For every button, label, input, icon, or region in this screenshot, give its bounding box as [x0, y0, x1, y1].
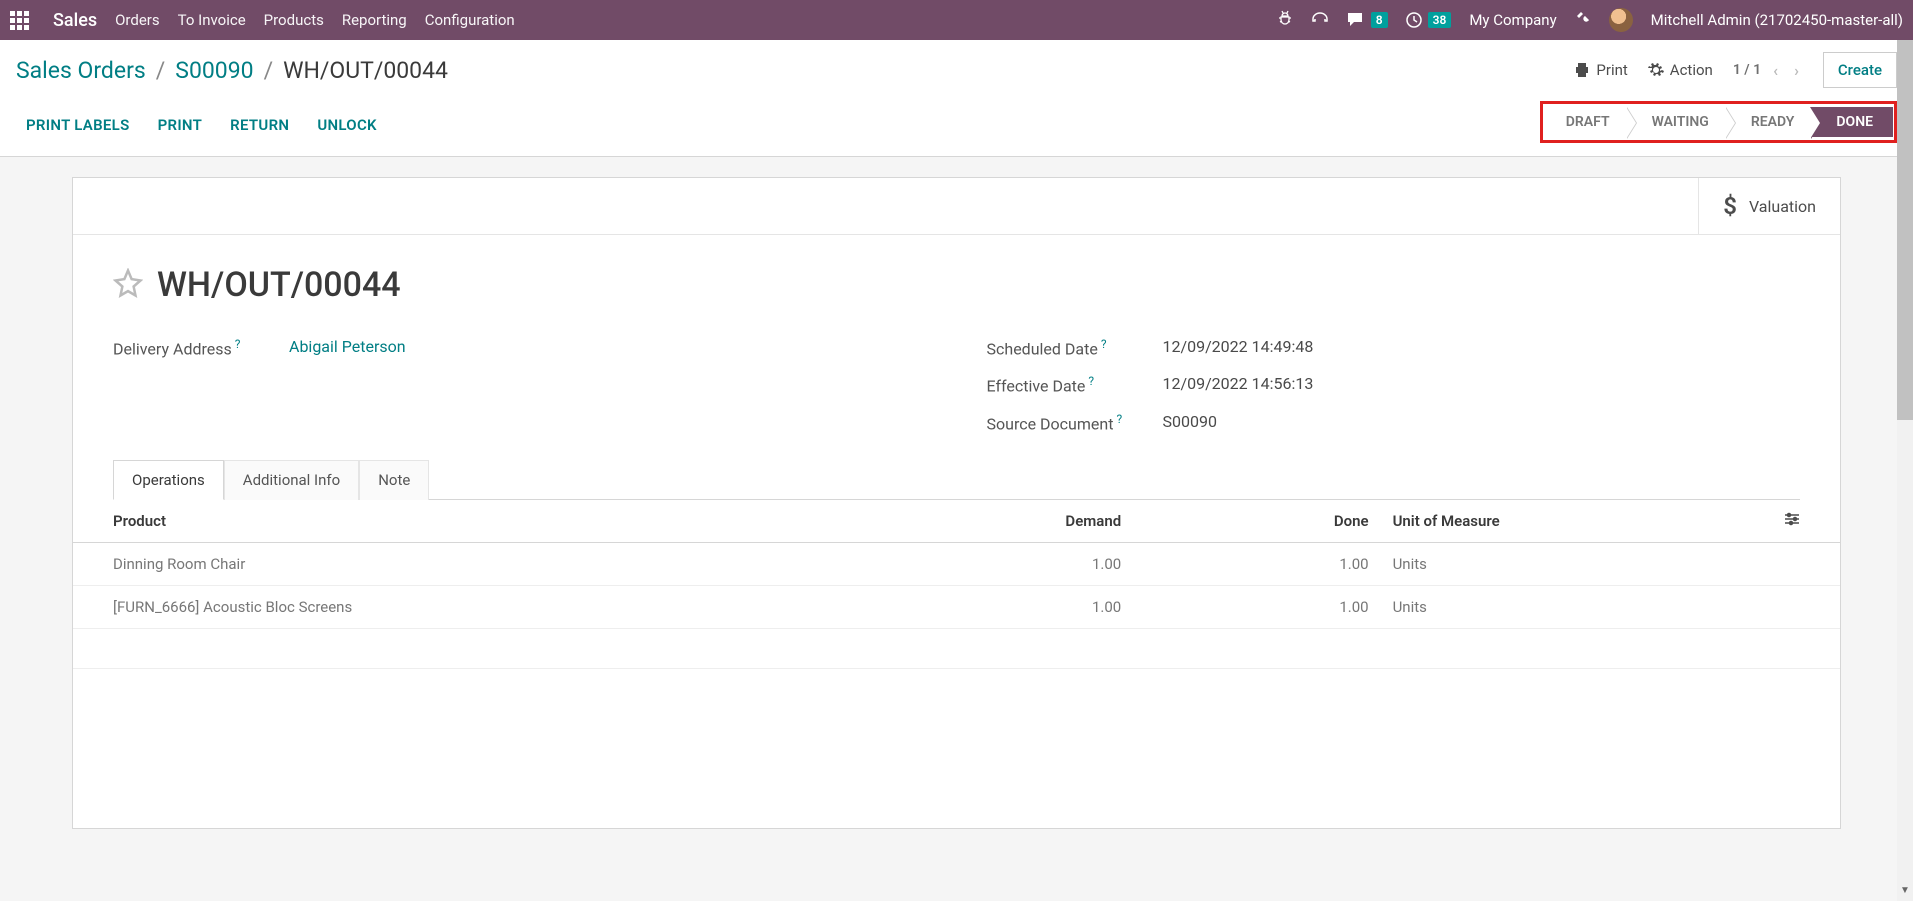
tab-additional-info[interactable]: Additional Info: [224, 460, 359, 500]
col-demand: Demand: [921, 500, 1133, 543]
activities-icon[interactable]: 38: [1406, 12, 1452, 28]
col-done: Done: [1133, 500, 1380, 543]
status-bar: DRAFT WAITING READY DONE: [1540, 101, 1897, 143]
table-row[interactable]: Dinning Room Chair 1.00 1.00 Units: [73, 542, 1840, 585]
col-options: [1734, 500, 1840, 543]
operations-table: Product Demand Done Unit of Measure Din: [73, 500, 1840, 789]
cell-uom: Units: [1381, 585, 1734, 628]
breadcrumb-sep: /: [264, 57, 274, 84]
source-document-label: Source Document?: [987, 412, 1147, 433]
tab-operations[interactable]: Operations: [113, 460, 224, 500]
avatar[interactable]: [1609, 8, 1633, 32]
effective-date-value: 12/09/2022 14:56:13: [1163, 374, 1314, 395]
record-title: WH/OUT/00044: [157, 265, 401, 305]
nav-to-invoice[interactable]: To Invoice: [178, 11, 246, 29]
print-labels-button[interactable]: PRINT LABELS: [26, 116, 130, 134]
cell-product: Dinning Room Chair: [73, 542, 921, 585]
cell-product: [FURN_6666] Acoustic Bloc Screens: [73, 585, 921, 628]
action-button[interactable]: Action: [1648, 61, 1713, 79]
delivery-address-label: Delivery Address?: [113, 337, 273, 358]
breadcrumb-sep: /: [156, 57, 166, 84]
valuation-button[interactable]: $ Valuation: [1698, 178, 1840, 234]
action-label: Action: [1670, 61, 1713, 79]
star-icon[interactable]: [113, 268, 143, 302]
scheduled-date-value: 12/09/2022 14:49:48: [1163, 337, 1314, 358]
create-button[interactable]: Create: [1823, 52, 1897, 88]
record-card: $ Valuation WH/OUT/00044 Delivery Addres…: [72, 177, 1841, 829]
apps-icon[interactable]: [10, 11, 29, 30]
user-menu[interactable]: Mitchell Admin (21702450-master-all): [1651, 11, 1903, 29]
messages-icon[interactable]: 8: [1347, 12, 1388, 28]
app-brand: Sales: [53, 10, 97, 31]
pager-prev[interactable]: ‹: [1769, 61, 1782, 80]
top-navbar: Sales Orders To Invoice Products Reporti…: [0, 0, 1913, 40]
nav-orders[interactable]: Orders: [115, 11, 160, 29]
cell-done: 1.00: [1133, 542, 1380, 585]
scheduled-date-label: Scheduled Date?: [987, 337, 1147, 358]
pager-next[interactable]: ›: [1790, 61, 1803, 80]
activities-badge: 38: [1428, 12, 1452, 28]
unlock-button[interactable]: UNLOCK: [317, 116, 377, 134]
tab-note[interactable]: Note: [359, 460, 429, 500]
return-button[interactable]: RETURN: [230, 116, 289, 134]
effective-date-label: Effective Date?: [987, 374, 1147, 395]
scroll-thumb[interactable]: [1897, 40, 1913, 420]
dollar-icon: $: [1723, 192, 1737, 220]
cell-done: 1.00: [1133, 585, 1380, 628]
tabs: Operations Additional Info Note: [113, 459, 1800, 500]
scroll-down[interactable]: ▼: [1897, 885, 1913, 901]
status-draft[interactable]: DRAFT: [1546, 107, 1626, 137]
pager-text: 1 / 1: [1733, 62, 1761, 78]
support-icon[interactable]: [1311, 11, 1329, 29]
delivery-address-value[interactable]: Abigail Peterson: [289, 337, 406, 358]
breadcrumb-current: WH/OUT/00044: [283, 57, 448, 84]
status-waiting[interactable]: WAITING: [1626, 107, 1725, 137]
company-switcher[interactable]: My Company: [1469, 11, 1556, 29]
pager: 1 / 1 ‹ ›: [1733, 61, 1803, 80]
scrollbar[interactable]: ▲ ▼: [1897, 40, 1913, 901]
valuation-label: Valuation: [1749, 197, 1816, 216]
status-done[interactable]: DONE: [1810, 107, 1893, 137]
print-detail-button[interactable]: PRINT: [158, 116, 203, 134]
messages-badge: 8: [1371, 12, 1388, 28]
col-product: Product: [73, 500, 921, 543]
debug-icon[interactable]: [1277, 10, 1293, 30]
column-options-icon[interactable]: [1784, 512, 1800, 530]
cell-demand: 1.00: [921, 542, 1133, 585]
second-row: PRINT LABELS PRINT RETURN UNLOCK DRAFT W…: [0, 94, 1913, 157]
breadcrumb-sales-orders[interactable]: Sales Orders: [16, 57, 146, 84]
control-bar: Sales Orders / S00090 / WH/OUT/00044 Pri…: [0, 40, 1913, 94]
nav-products[interactable]: Products: [264, 11, 324, 29]
table-row[interactable]: [FURN_6666] Acoustic Bloc Screens 1.00 1…: [73, 585, 1840, 628]
print-label: Print: [1596, 61, 1627, 79]
status-ready[interactable]: READY: [1725, 107, 1811, 137]
nav-reporting[interactable]: Reporting: [342, 11, 407, 29]
col-uom: Unit of Measure: [1381, 500, 1734, 543]
source-document-value: S00090: [1163, 412, 1217, 433]
cell-demand: 1.00: [921, 585, 1133, 628]
breadcrumb-s00090[interactable]: S00090: [175, 57, 253, 84]
breadcrumb: Sales Orders / S00090 / WH/OUT/00044: [16, 57, 448, 84]
tools-icon[interactable]: [1575, 10, 1591, 30]
nav-configuration[interactable]: Configuration: [425, 11, 515, 29]
cell-uom: Units: [1381, 542, 1734, 585]
print-button[interactable]: Print: [1574, 61, 1627, 79]
